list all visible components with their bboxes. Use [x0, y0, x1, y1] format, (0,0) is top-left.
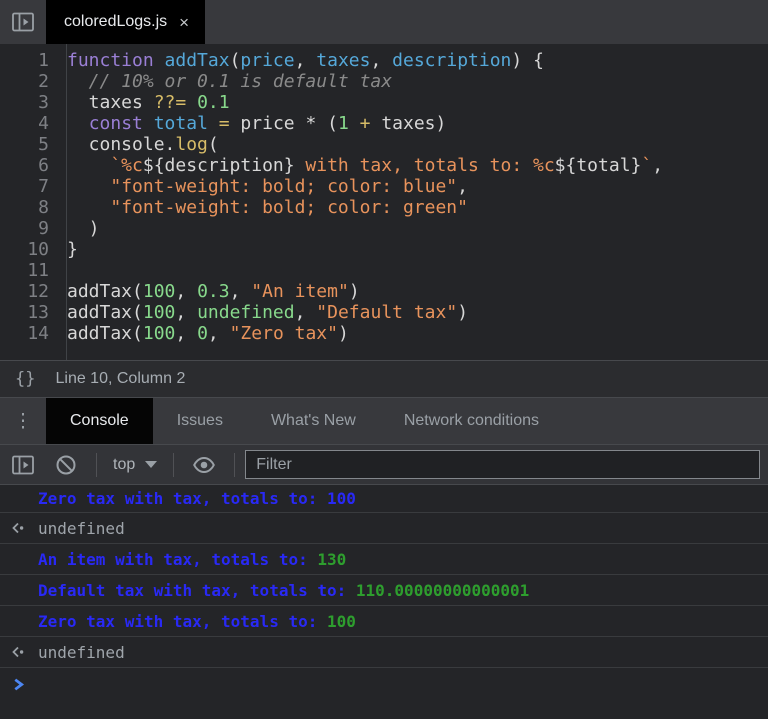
code-text: "font-weight: bold; color: blue", [58, 176, 468, 197]
code-line: 5 console.log( [0, 134, 768, 155]
line-number: 8 [0, 197, 58, 218]
prompt-chevron-icon [12, 677, 25, 692]
line-number: 12 [0, 281, 58, 302]
eye-icon [191, 453, 217, 477]
drawer-tab-network-conditions[interactable]: Network conditions [380, 398, 563, 444]
code-text: addTax(100, 0, "Zero tax") [58, 323, 349, 344]
code-line: 4 const total = price * (1 + taxes) [0, 113, 768, 134]
context-label: top [113, 456, 135, 474]
code-line: 3 taxes ??= 0.1 [0, 92, 768, 113]
clear-console-button[interactable] [46, 453, 86, 477]
result-value: undefined [38, 643, 125, 662]
console-toolbar: top [0, 445, 768, 485]
sources-tabbar: coloredLogs.js × [0, 0, 768, 44]
styled-log-text: 100 [327, 489, 356, 508]
styled-log-text: Zero tax with tax, totals to: [38, 489, 327, 508]
code-line: 14addTax(100, 0, "Zero tax") [0, 323, 768, 344]
code-text: function addTax(price, taxes, descriptio… [58, 50, 544, 71]
console-log-message: Default tax with tax, totals to: 110.000… [0, 575, 768, 606]
editor-status-bar: {} Line 10, Column 2 [0, 360, 768, 397]
code-line: 11 [0, 260, 768, 281]
returned-value-icon [9, 645, 29, 660]
console-output: Zero tax with tax, totals to: 100 undefin… [0, 485, 768, 719]
javascript-context-dropdown[interactable]: top [107, 456, 163, 474]
code-line: 8 "font-weight: bold; color: green" [0, 197, 768, 218]
file-tab-title: coloredLogs.js [64, 13, 167, 31]
line-number: 3 [0, 92, 58, 113]
code-text: // 10% or 0.1 is default tax [58, 71, 392, 92]
styled-log-text: 110.00000000000001 [356, 581, 529, 600]
styled-log-text: Default tax with tax, totals to: [38, 581, 356, 600]
code-line: 2 // 10% or 0.1 is default tax [0, 71, 768, 92]
kebab-icon: ⋮ [14, 410, 33, 433]
drawer-tab-issues[interactable]: Issues [153, 398, 247, 444]
pretty-print-icon[interactable]: {} [0, 369, 55, 389]
code-text: `%c${description} with tax, totals to: %… [58, 155, 663, 176]
close-tab-icon[interactable]: × [179, 14, 189, 31]
chevron-down-icon [145, 461, 157, 468]
console-result-message: undefined [0, 637, 768, 668]
show-console-sidebar-button[interactable] [0, 453, 46, 477]
styled-log-text: 100 [327, 612, 356, 631]
returned-value-icon [9, 521, 29, 536]
console-log-message: Zero tax with tax, totals to: 100 [0, 606, 768, 637]
file-tab-coloredlogs[interactable]: coloredLogs.js × [46, 0, 205, 44]
code-line: 10} [0, 239, 768, 260]
filter-input[interactable] [245, 450, 760, 479]
line-number: 1 [0, 50, 58, 71]
line-number: 11 [0, 260, 58, 281]
show-console-sidebar-icon [10, 453, 36, 477]
drawer-tab-console[interactable]: Console [46, 398, 153, 444]
line-number: 2 [0, 71, 58, 92]
code-line: 7 "font-weight: bold; color: blue", [0, 176, 768, 197]
code-text: } [58, 239, 78, 260]
code-text: addTax(100, 0.3, "An item") [58, 281, 360, 302]
console-prompt[interactable] [0, 668, 768, 701]
console-log-message: Zero tax with tax, totals to: 100 [0, 485, 768, 513]
toolbar-separator [173, 453, 174, 477]
code-line: 9 ) [0, 218, 768, 239]
code-line: 12addTax(100, 0.3, "An item") [0, 281, 768, 302]
code-text: const total = price * (1 + taxes) [58, 113, 446, 134]
drawer-tabbar: ⋮ ConsoleIssuesWhat's NewNetwork conditi… [0, 397, 768, 445]
styled-log-text: An item with tax, totals to: [38, 550, 317, 569]
toolbar-separator [96, 453, 97, 477]
line-number: 5 [0, 134, 58, 155]
create-live-expression-button[interactable] [184, 453, 224, 477]
drawer-tab-what-s-new[interactable]: What's New [247, 398, 380, 444]
show-navigator-button[interactable] [0, 0, 46, 44]
devtools-window: coloredLogs.js × 1function addTax(price,… [0, 0, 768, 719]
code-text: addTax(100, undefined, "Default tax") [58, 302, 468, 323]
line-number: 6 [0, 155, 58, 176]
show-navigator-icon [10, 10, 36, 34]
console-result-message: undefined [0, 513, 768, 544]
styled-log-text: 130 [317, 550, 346, 569]
console-messages: Zero tax with tax, totals to: 100 undefin… [0, 485, 768, 668]
line-number: 4 [0, 113, 58, 134]
code-line: 13addTax(100, undefined, "Default tax") [0, 302, 768, 323]
code-editor[interactable]: 1function addTax(price, taxes, descripti… [0, 44, 768, 360]
drawer-tabs: ConsoleIssuesWhat's NewNetwork condition… [46, 398, 563, 444]
code-text: console.log( [58, 134, 219, 155]
line-number: 14 [0, 323, 58, 344]
console-log-message: An item with tax, totals to: 130 [0, 544, 768, 575]
code-line: 6 `%c${description} with tax, totals to:… [0, 155, 768, 176]
line-number: 7 [0, 176, 58, 197]
drawer-menu-button[interactable]: ⋮ [0, 398, 46, 444]
code-text: ) [58, 218, 100, 239]
editor-lines: 1function addTax(price, taxes, descripti… [0, 50, 768, 344]
toolbar-separator [234, 453, 235, 477]
clear-console-icon [54, 453, 78, 477]
cursor-position-label: Line 10, Column 2 [55, 370, 185, 388]
line-number: 10 [0, 239, 58, 260]
code-text: "font-weight: bold; color: green" [58, 197, 468, 218]
line-number: 9 [0, 218, 58, 239]
styled-log-text: Zero tax with tax, totals to: [38, 612, 327, 631]
code-text: taxes ??= 0.1 [58, 92, 230, 113]
code-line: 1function addTax(price, taxes, descripti… [0, 50, 768, 71]
result-value: undefined [38, 519, 125, 538]
line-number: 13 [0, 302, 58, 323]
code-text [58, 260, 67, 281]
